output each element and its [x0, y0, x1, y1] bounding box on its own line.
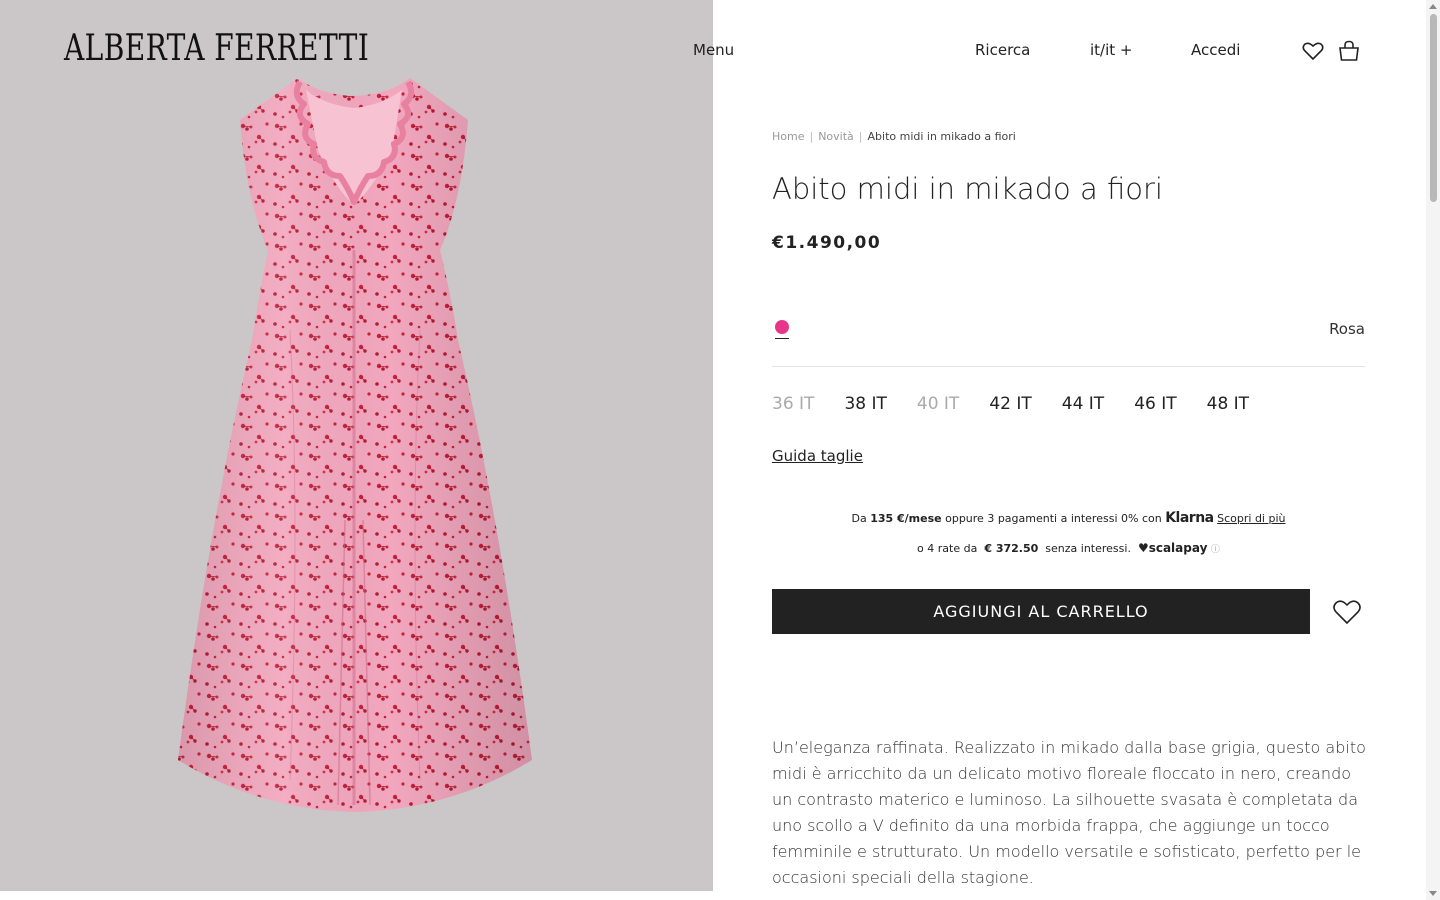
search-link[interactable]: Ricerca — [975, 41, 1030, 59]
size-selector: 36 IT 38 IT 40 IT 42 IT 44 IT 46 IT 48 I… — [772, 394, 1279, 414]
scalapay-heart-icon: ♥ — [1137, 541, 1149, 555]
size-option[interactable]: 48 IT — [1207, 394, 1249, 414]
breadcrumb-home[interactable]: Home — [772, 130, 804, 143]
size-option[interactable]: 36 IT — [772, 394, 814, 414]
breadcrumb: Home | Novità | Abito midi in mikado a fiori — [772, 130, 1016, 143]
scalapay-logo: ♥scalapay — [1138, 541, 1207, 555]
info-icon[interactable]: ⓘ — [1211, 545, 1220, 555]
size-option[interactable]: 40 IT — [917, 394, 959, 414]
size-option[interactable]: 46 IT — [1134, 394, 1176, 414]
product-description: Un’eleganza raffinata. Realizzato in mik… — [772, 738, 1366, 887]
breadcrumb-category[interactable]: Novità — [818, 130, 854, 143]
add-to-wishlist-heart-icon[interactable] — [1332, 598, 1362, 626]
breadcrumb-separator: | — [858, 130, 863, 143]
scroll-down-arrow[interactable] — [1429, 891, 1437, 896]
page-scrollbar[interactable] — [1426, 0, 1440, 900]
selected-swatch-underline — [775, 338, 789, 339]
color-name: Rosa — [1329, 320, 1365, 338]
scroll-thumb[interactable] — [1430, 14, 1437, 202]
size-guide-link[interactable]: Guida taglie — [772, 447, 863, 465]
klarna-learn-more-link[interactable]: Scopri di più — [1217, 512, 1285, 525]
klarna-prefix: Da — [851, 512, 867, 525]
klarna-amount: 135 €/mese — [870, 512, 942, 525]
klarna-logo: Klarna — [1165, 510, 1214, 526]
breadcrumb-current: Abito midi in mikado a fiori — [867, 130, 1016, 143]
klarna-text: oppure 3 pagamenti a interessi 0% con — [945, 512, 1162, 525]
scalapay-amount: € 372.50 — [984, 542, 1039, 555]
add-to-cart-button[interactable]: AGGIUNGI AL CARRELLO — [772, 589, 1310, 634]
size-option[interactable]: 38 IT — [844, 394, 886, 414]
scalapay-message: o 4 rate da € 372.50 senza interessi. ♥s… — [772, 541, 1365, 555]
divider — [772, 366, 1365, 367]
cart-icon[interactable] — [1337, 39, 1361, 63]
color-swatch[interactable] — [775, 320, 789, 334]
dress-illustration — [178, 78, 532, 812]
wishlist-icon[interactable] — [1301, 39, 1325, 63]
scalapay-prefix: o 4 rate da — [917, 542, 978, 555]
login-link[interactable]: Accedi — [1191, 41, 1240, 59]
brand-logo[interactable]: ALBERTA FERRETTI — [64, 28, 369, 69]
product-price: €1.490,00 — [772, 233, 882, 253]
menu-button[interactable]: Menu — [693, 41, 734, 59]
scalapay-text: senza interessi. — [1045, 542, 1131, 555]
size-option[interactable]: 44 IT — [1062, 394, 1104, 414]
klarna-message: Da 135 €/mese oppure 3 pagamenti a inter… — [772, 510, 1365, 526]
breadcrumb-separator: | — [809, 130, 814, 143]
scalapay-brand: scalapay — [1148, 541, 1208, 555]
size-option[interactable]: 42 IT — [989, 394, 1031, 414]
product-title: Abito midi in mikado a fiori — [772, 172, 1163, 206]
scroll-up-arrow[interactable] — [1429, 4, 1437, 9]
locale-selector[interactable]: it/it + — [1090, 41, 1133, 59]
product-image[interactable] — [0, 0, 713, 891]
